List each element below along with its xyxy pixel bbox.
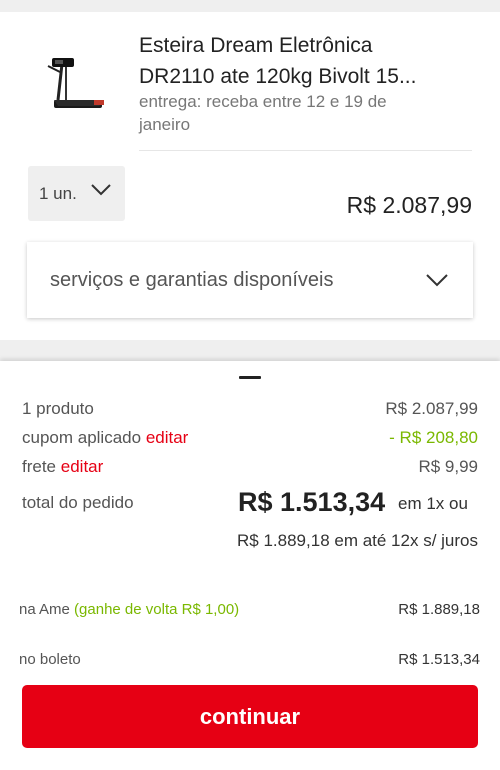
services-label: serviços e garantias disponíveis <box>50 268 334 291</box>
products-row: 1 produto R$ 2.087,99 <box>22 399 478 419</box>
product-title-line1: Esteira Dream Eletrônica <box>139 34 373 57</box>
payment-boleto-label: no boleto <box>19 651 81 668</box>
drag-handle[interactable] <box>239 376 261 379</box>
divider <box>139 150 472 151</box>
payment-option-ame: na Ame (ganhe de volta R$ 1,00) R$ 1.889… <box>19 601 480 618</box>
product-title[interactable]: Esteira Dream Eletrônica DR2110 ate 120k… <box>139 30 479 92</box>
payment-boleto-value: R$ 1.513,34 <box>398 651 480 668</box>
total-suffix: em 1x ou <box>398 494 468 513</box>
shipping-edit-link[interactable]: editar <box>61 457 104 476</box>
quantity-value: 1 un. <box>39 183 77 203</box>
continue-button[interactable]: continuar <box>22 685 478 748</box>
delivery-line1: entrega: receba entre 12 e 19 de <box>139 92 387 111</box>
chevron-down-icon <box>426 274 448 287</box>
product-price: R$ 2.087,99 <box>346 192 472 218</box>
top-strip <box>0 0 500 12</box>
total-amount: R$ 1.513,34 <box>238 487 386 517</box>
delivery-estimate: entrega: receba entre 12 e 19 de janeiro <box>139 90 459 136</box>
products-label: 1 produto <box>22 399 94 418</box>
payment-option-boleto: no boleto R$ 1.513,34 <box>19 651 480 668</box>
chevron-down-icon <box>91 184 111 196</box>
coupon-label: cupom aplicado <box>22 428 142 447</box>
services-warranties-dropdown[interactable]: serviços e garantias disponíveis <box>27 242 473 318</box>
coupon-edit-link[interactable]: editar <box>146 428 189 447</box>
product-card: Esteira Dream Eletrônica DR2110 ate 120k… <box>0 12 500 340</box>
delivery-line2: janeiro <box>139 115 191 134</box>
coupon-row: cupom aplicado editar - R$ 208,80 <box>22 428 478 448</box>
payment-ame-value: R$ 1.889,18 <box>398 601 480 618</box>
treadmill-icon[interactable] <box>40 42 110 122</box>
installments-text: R$ 1.889,18 em até 12x s/ juros <box>237 531 478 550</box>
shipping-row: frete editar R$ 9,99 <box>22 457 478 477</box>
payment-ame-promo: (ganhe de volta R$ 1,00) <box>74 601 240 618</box>
total-label: total do pedido <box>22 493 134 512</box>
products-value: R$ 2.087,99 <box>385 399 478 418</box>
product-title-line2: DR2110 ate 120kg Bivolt 15... <box>139 65 417 88</box>
coupon-value: - R$ 208,80 <box>389 428 478 447</box>
order-summary-sheet: 1 produto R$ 2.087,99 cupom aplicado edi… <box>0 361 500 770</box>
quantity-select[interactable]: 1 un. <box>28 166 125 221</box>
payment-ame-label: na Ame <box>19 601 70 618</box>
shipping-value: R$ 9,99 <box>418 457 478 476</box>
shipping-label: frete <box>22 457 57 476</box>
